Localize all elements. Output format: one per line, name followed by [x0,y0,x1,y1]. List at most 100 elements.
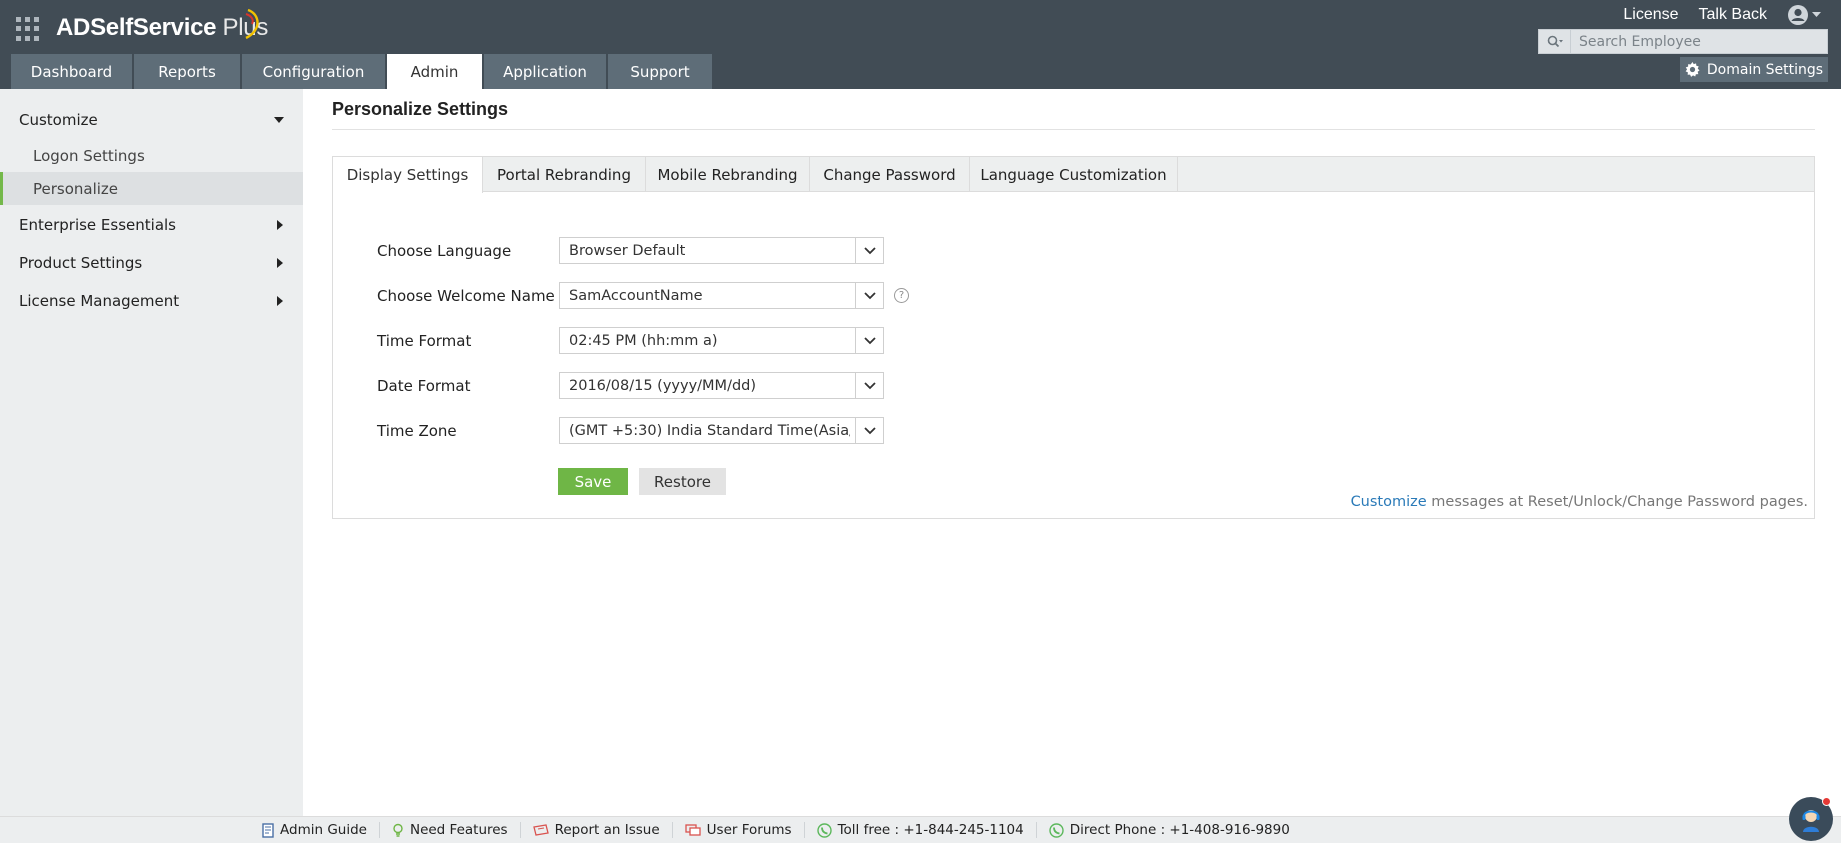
time-zone-label: Time Zone [377,421,457,440]
tab-admin[interactable]: Admin [387,54,482,89]
save-button[interactable]: Save [558,468,628,495]
tab-language-customization[interactable]: Language Customization [970,157,1178,192]
chevron-down-icon [855,238,883,263]
talk-back-link[interactable]: Talk Back [1699,6,1767,24]
help-icon[interactable]: ? [894,288,909,303]
search-employee-box [1538,29,1828,54]
notification-dot [1822,797,1831,806]
user-menu[interactable] [1787,4,1821,26]
sidebar-item-personalize[interactable]: Personalize [0,172,303,205]
footer-links: Admin Guide Need Features Report an Issu… [250,817,1302,843]
restore-button[interactable]: Restore [639,468,726,495]
report-issue-label: Report an Issue [554,822,660,838]
caret-down-icon [274,117,284,123]
tab-portal-rebranding[interactable]: Portal Rebranding [483,157,646,192]
sidebar-item-label: Product Settings [19,253,143,272]
sidebar-item-label: Customize [19,110,98,129]
time-zone-row: Time Zone (GMT +5:30) India Standard Tim… [377,417,884,444]
choose-language-value: Browser Default [569,242,686,259]
welcome-name-row: Choose Welcome Name SamAccountName ? [377,282,909,309]
logo-text: ADSelfService [56,14,217,41]
time-format-select[interactable]: 02:45 PM (hh:mm a) [559,327,884,354]
logo-swoosh-icon [245,8,259,40]
user-avatar-icon [1788,5,1808,25]
customize-note: Customize messages at Reset/Unlock/Chang… [1351,494,1808,510]
chevron-down-icon [855,373,883,398]
need-features-label: Need Features [409,822,508,838]
sidebar-item-label: Logon Settings [33,146,145,165]
time-format-value: 02:45 PM (hh:mm a) [569,332,718,349]
forum-icon [685,823,701,836]
tab-mobile-rebranding[interactable]: Mobile Rebranding [646,157,810,192]
tab-application[interactable]: Application [484,54,606,89]
tab-configuration[interactable]: Configuration [242,54,385,89]
title-divider [332,129,1815,130]
choose-welcome-name-value: SamAccountName [569,287,703,304]
date-format-label: Date Format [377,376,471,395]
app-header: ADSelfService Plus License Talk Back Das… [0,0,1841,89]
sidebar: Customize Logon Settings Personalize Ent… [0,89,303,816]
toll-free-label: Toll free : +1-844-245-1104 [837,822,1024,838]
time-format-row: Time Format 02:45 PM (hh:mm a) [377,327,884,354]
customize-link[interactable]: Customize [1351,494,1427,510]
time-zone-value: (GMT +5:30) India Standard Time(Asia/C [569,422,850,439]
date-format-value: 2016/08/15 (yyyy/MM/dd) [569,377,757,394]
search-employee-input[interactable] [1571,30,1821,53]
admin-guide-label: Admin Guide [280,822,367,838]
sidebar-item-label: Enterprise Essentials [19,215,176,234]
chevron-down-icon [1812,12,1821,17]
user-forums-link[interactable]: User Forums [673,822,805,838]
sidebar-item-product-settings[interactable]: Product Settings [0,246,303,279]
choose-welcome-name-label: Choose Welcome Name [377,286,555,305]
chevron-down-icon [855,283,883,308]
phone-icon [1049,822,1064,838]
admin-guide-link[interactable]: Admin Guide [250,822,380,838]
app-grid-icon[interactable] [16,17,40,41]
chevron-down-icon [855,418,883,443]
need-features-link[interactable]: Need Features [380,822,521,838]
settings-panel: Display Settings Portal Rebranding Mobil… [332,156,1815,519]
time-zone-select[interactable]: (GMT +5:30) India Standard Time(Asia/C [559,417,884,444]
caret-right-icon [277,296,283,306]
date-format-row: Date Format 2016/08/15 (yyyy/MM/dd) [377,372,884,399]
app-logo[interactable]: ADSelfService Plus [56,14,268,42]
tab-dashboard[interactable]: Dashboard [11,54,132,89]
chevron-down-icon [855,328,883,353]
top-links: License Talk Back [1623,4,1821,26]
sidebar-item-license-management[interactable]: License Management [0,284,303,317]
sidebar-item-enterprise-essentials[interactable]: Enterprise Essentials [0,208,303,241]
time-format-label: Time Format [377,331,472,350]
toll-free-phone: Toll free : +1-844-245-1104 [805,822,1037,838]
gear-icon [1685,62,1700,77]
direct-phone: Direct Phone : +1-408-916-9890 [1037,822,1302,838]
language-row: Choose Language Browser Default [377,237,884,264]
customize-note-text: messages at Reset/Unlock/Change Password… [1426,494,1808,510]
direct-phone-label: Direct Phone : +1-408-916-9890 [1069,822,1290,838]
domain-settings-button[interactable]: Domain Settings [1680,57,1828,82]
page-title: Personalize Settings [332,99,509,119]
license-link[interactable]: License [1623,6,1678,24]
sidebar-item-customize[interactable]: Customize [0,103,303,136]
tab-support[interactable]: Support [608,54,712,89]
footer-bar: Admin Guide Need Features Report an Issu… [0,816,1841,843]
choose-language-label: Choose Language [377,241,512,260]
caret-right-icon [277,258,283,268]
phone-icon [816,822,832,838]
choose-language-select[interactable]: Browser Default [559,237,884,264]
settings-subtabs: Display Settings Portal Rebranding Mobil… [333,157,1814,193]
search-icon[interactable] [1539,30,1571,53]
date-format-select[interactable]: 2016/08/15 (yyyy/MM/dd) [559,372,884,399]
report-issue-link[interactable]: Report an Issue [521,822,673,838]
ticket-icon [532,824,549,836]
domain-settings-label: Domain Settings [1706,61,1824,78]
caret-right-icon [277,220,283,230]
sidebar-item-logon-settings[interactable]: Logon Settings [0,139,303,172]
main-nav: Dashboard Reports Configuration Admin Ap… [11,54,712,89]
sidebar-item-label: Personalize [33,179,119,198]
tab-display-settings[interactable]: Display Settings [333,157,483,193]
book-icon [262,822,274,838]
tab-change-password[interactable]: Change Password [810,157,970,192]
tab-reports[interactable]: Reports [134,54,240,89]
choose-welcome-name-select[interactable]: SamAccountName [559,282,884,309]
support-agent-icon [1802,810,1820,832]
